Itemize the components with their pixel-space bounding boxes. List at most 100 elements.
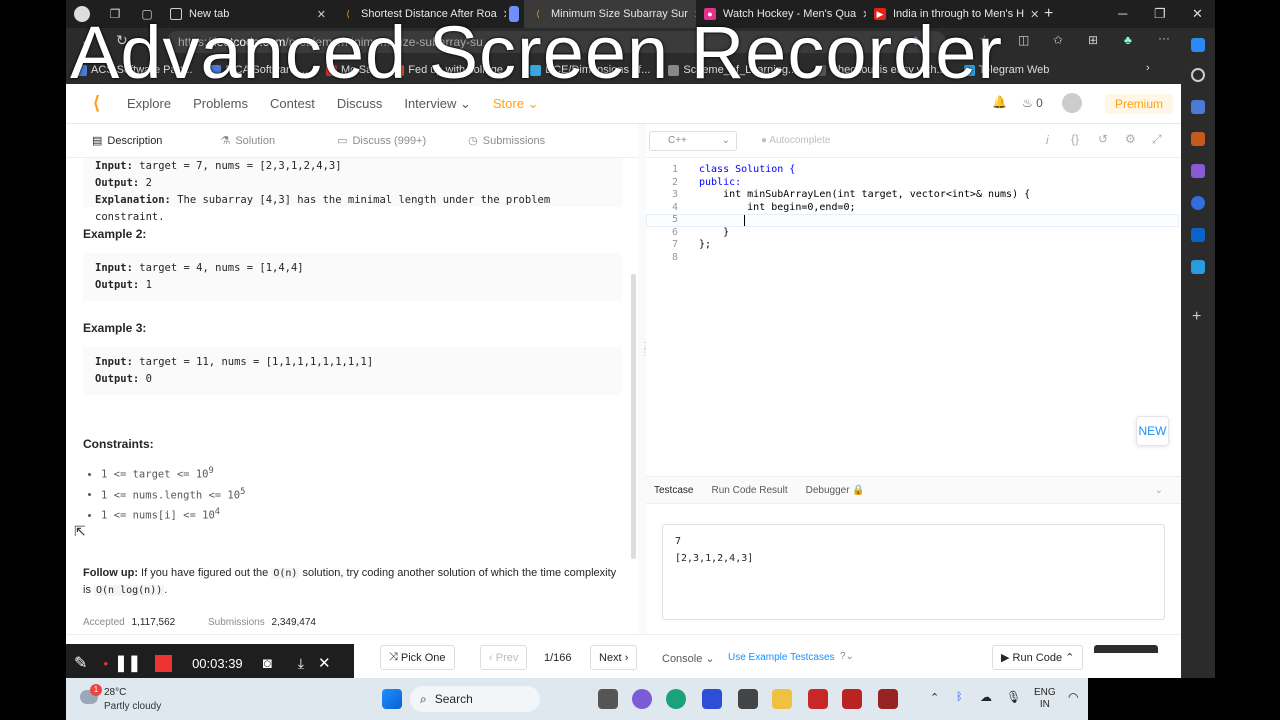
pause-icon[interactable]: ❚❚: [114, 653, 141, 673]
close-recorder-icon[interactable]: ✕: [318, 654, 331, 672]
close-window-icon[interactable]: ✕: [1192, 6, 1203, 22]
info-icon[interactable]: i: [1046, 133, 1049, 147]
close-icon[interactable]: ✕: [1024, 8, 1038, 21]
help-icon[interactable]: ?⌄: [840, 651, 854, 662]
tab-submissions[interactable]: ◷ Submissions: [468, 134, 567, 148]
send-icon[interactable]: [1191, 260, 1205, 274]
chevron-down-icon[interactable]: ⌄: [1155, 485, 1163, 496]
nav-store[interactable]: Store ⌄: [493, 96, 539, 112]
copilot-icon[interactable]: [1191, 38, 1205, 52]
recorder-app-icon[interactable]: [842, 689, 862, 709]
collections-icon[interactable]: ❐: [98, 7, 132, 21]
nav-contest[interactable]: Contest: [270, 96, 315, 111]
vscode-icon[interactable]: [702, 689, 722, 709]
tab-group-indicator[interactable]: [506, 0, 524, 28]
tab-actions-icon[interactable]: ▢: [132, 7, 162, 21]
tab-debugger[interactable]: Debugger 🔒: [806, 485, 865, 496]
stop-icon[interactable]: [155, 654, 173, 672]
close-icon[interactable]: ✕: [311, 8, 326, 21]
onedrive-icon[interactable]: ☁: [980, 690, 992, 704]
favorite-item[interactable]: MCA Software ...: [210, 64, 308, 76]
tab-watch-hockey[interactable]: ● Watch Hockey - Men's Qua ✕: [696, 0, 866, 28]
split-screen-icon[interactable]: ◫: [1018, 33, 1029, 47]
testcase-input[interactable]: 7 [2,3,1,2,4,3]: [662, 524, 1165, 620]
tab-shortest-distance[interactable]: ⟨ Shortest Distance After Roa ✕: [334, 0, 506, 28]
chevron-up-icon[interactable]: ⌃: [930, 691, 939, 704]
tab-run-code-result[interactable]: Run Code Result: [711, 485, 787, 496]
games-icon[interactable]: [1191, 164, 1205, 178]
prev-button[interactable]: ‹ Prev: [480, 645, 528, 670]
streak-counter[interactable]: ♨ 0: [1022, 96, 1043, 110]
user-avatar[interactable]: [1062, 93, 1082, 113]
mcafee-icon[interactable]: [808, 689, 828, 709]
chevron-right-icon[interactable]: ›: [1146, 62, 1150, 74]
tab-discuss[interactable]: ▭ Discuss (999+): [337, 134, 448, 148]
code-braces-icon[interactable]: {}: [1071, 132, 1079, 146]
close-icon[interactable]: ✕: [497, 8, 506, 21]
close-icon[interactable]: ✕: [856, 8, 866, 21]
chat-icon[interactable]: [632, 689, 652, 709]
favorite-item[interactable]: Fed up with college...: [393, 64, 512, 76]
back-icon[interactable]: ←: [80, 32, 94, 48]
next-button[interactable]: Next ›: [590, 645, 638, 670]
nav-problems[interactable]: Problems: [193, 96, 248, 111]
language-indicator[interactable]: ENG IN: [1034, 687, 1056, 711]
use-example-testcases-link[interactable]: Use Example Testcases: [728, 652, 835, 663]
pick-one-button[interactable]: ⤨ Pick One: [380, 645, 455, 670]
minimize-recorder-icon[interactable]: ⤓: [298, 655, 304, 672]
file-explorer-icon[interactable]: [772, 689, 792, 709]
tab-new-tab[interactable]: New tab ✕: [162, 0, 334, 28]
outlook-icon[interactable]: [1191, 228, 1205, 242]
favorite-item[interactable]: ACS Software Part...: [76, 64, 192, 76]
run-code-button[interactable]: ▶ Run Code ⌃: [992, 645, 1084, 670]
extension-icon[interactable]: ♣: [1124, 33, 1132, 47]
more-menu-icon[interactable]: ···: [1158, 31, 1170, 45]
notification-bell-icon[interactable]: 🔔: [992, 95, 1007, 109]
edge-icon[interactable]: [666, 689, 686, 709]
profile-avatar[interactable]: [66, 0, 98, 28]
favorite-item[interactable]: Checkout is easy with...: [815, 64, 946, 76]
wifi-icon[interactable]: ◠: [1068, 690, 1078, 704]
microphone-icon[interactable]: 🎙: [1006, 690, 1021, 704]
taskbar-search[interactable]: ⌕ Search: [410, 686, 540, 712]
weather-widget[interactable]: 1: [80, 684, 102, 706]
tab-description[interactable]: ▤ Description: [92, 134, 184, 148]
scrollbar[interactable]: [631, 274, 636, 559]
translate-icon[interactable]: ◆: [911, 33, 920, 47]
settings-icon[interactable]: ⚙: [1125, 132, 1136, 146]
m365-icon[interactable]: [1191, 196, 1205, 210]
new-badge-button[interactable]: NEW: [1136, 416, 1169, 446]
windows-start-icon[interactable]: [382, 689, 402, 709]
pen-icon[interactable]: ✎: [74, 653, 87, 673]
tag-icon[interactable]: [1191, 100, 1205, 114]
language-select[interactable]: C++ ⌄: [649, 130, 737, 151]
favorite-star-icon[interactable]: ☆: [979, 33, 990, 47]
code-editor[interactable]: 12345678 class Solution {public: int min…: [646, 164, 1181, 444]
tab-solution[interactable]: ⚗ Solution: [220, 134, 297, 148]
leetcode-logo-icon[interactable]: ⟨: [66, 93, 127, 114]
store-icon[interactable]: [738, 689, 758, 709]
autocomplete-toggle[interactable]: ● Autocomplete: [761, 135, 830, 146]
tab-minimum-size-subarray[interactable]: ⟨ Minimum Size Subarray Sur ✕: [524, 0, 696, 28]
tab-testcase[interactable]: Testcase: [654, 485, 693, 496]
nav-explore[interactable]: Explore: [127, 96, 171, 111]
reset-icon[interactable]: ↺: [1098, 132, 1108, 146]
favorite-item[interactable]: DCE/Dimensions of...: [530, 64, 650, 76]
submit-button[interactable]: [1094, 645, 1158, 653]
refresh-icon[interactable]: ↻: [116, 32, 128, 49]
camera-icon[interactable]: ◙: [263, 655, 272, 672]
briefcase-icon[interactable]: [1191, 132, 1205, 146]
tab-india-hockey[interactable]: ▶ India in through to Men's H ✕: [866, 0, 1038, 28]
nav-interview[interactable]: Interview ⌄: [404, 96, 471, 112]
task-view-icon[interactable]: [598, 689, 618, 709]
search-icon[interactable]: [1191, 68, 1205, 82]
close-icon[interactable]: ✕: [688, 8, 696, 21]
add-icon[interactable]: +: [1192, 308, 1201, 326]
favorite-item[interactable]: Mc Sat: [326, 64, 375, 76]
collections-icon[interactable]: ⊞: [1088, 33, 1098, 47]
premium-button[interactable]: Premium: [1104, 94, 1173, 114]
minimize-icon[interactable]: ─: [1118, 6, 1127, 21]
nav-discuss[interactable]: Discuss: [337, 96, 383, 111]
favorite-item[interactable]: Scheme_of_Learning...: [668, 64, 797, 76]
bluetooth-icon[interactable]: ᛒ: [956, 691, 963, 703]
